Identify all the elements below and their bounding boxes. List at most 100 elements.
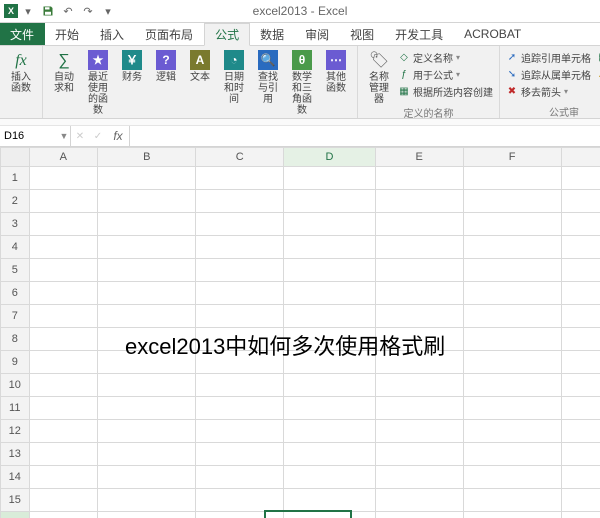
cell[interactable] <box>98 236 196 259</box>
tab-formulas[interactable]: 公式 <box>204 23 250 46</box>
autosum-button[interactable]: ∑ 自动求和 <box>47 48 81 94</box>
cell[interactable] <box>283 213 375 236</box>
cell[interactable] <box>463 512 561 518</box>
cell[interactable] <box>29 190 98 213</box>
save-icon[interactable] <box>38 1 58 21</box>
cell[interactable] <box>463 190 561 213</box>
name-manager-button[interactable]: 🏷 名称管理器 <box>362 48 396 105</box>
cell[interactable] <box>283 466 375 489</box>
cell[interactable] <box>375 443 463 466</box>
text-button[interactable]: A 文本 <box>183 48 217 83</box>
cell[interactable] <box>463 236 561 259</box>
tab-pagelayout[interactable]: 页面布局 <box>135 23 204 45</box>
cell[interactable] <box>375 282 463 305</box>
cell[interactable] <box>283 443 375 466</box>
cell[interactable] <box>561 351 600 374</box>
row-header[interactable]: 14 <box>1 466 30 489</box>
trace-dependents-button[interactable]: ➘ 追踪从属单元格 <box>506 67 591 82</box>
cell[interactable] <box>375 374 463 397</box>
cell[interactable] <box>196 236 284 259</box>
use-in-formula-button[interactable]: ƒ 用于公式 ▾ <box>398 67 493 82</box>
cell[interactable] <box>463 397 561 420</box>
cell[interactable] <box>98 443 196 466</box>
cell[interactable] <box>98 305 196 328</box>
cell[interactable] <box>283 190 375 213</box>
cell[interactable] <box>29 489 98 512</box>
cell[interactable] <box>463 282 561 305</box>
cell[interactable] <box>463 374 561 397</box>
column-header[interactable]: E <box>375 148 463 167</box>
tab-home[interactable]: 开始 <box>45 23 90 45</box>
qat-dropdown[interactable]: ▾ <box>18 1 38 21</box>
cell[interactable] <box>463 351 561 374</box>
cell[interactable] <box>98 512 196 518</box>
column-header[interactable]: A <box>29 148 98 167</box>
name-box-input[interactable] <box>0 129 58 143</box>
cell[interactable] <box>561 512 600 518</box>
cell[interactable] <box>283 282 375 305</box>
cell[interactable] <box>196 512 284 518</box>
cell[interactable] <box>29 167 98 190</box>
cell[interactable] <box>561 282 600 305</box>
cell[interactable] <box>283 259 375 282</box>
cell[interactable] <box>98 397 196 420</box>
row-header[interactable]: 10 <box>1 374 30 397</box>
column-header[interactable]: D <box>283 148 375 167</box>
cell[interactable] <box>29 213 98 236</box>
cell[interactable] <box>561 489 600 512</box>
cell[interactable] <box>196 167 284 190</box>
cell[interactable] <box>375 466 463 489</box>
cell[interactable] <box>561 374 600 397</box>
cell[interactable] <box>29 351 98 374</box>
cell[interactable] <box>283 512 375 518</box>
tab-view[interactable]: 视图 <box>340 23 385 45</box>
cell[interactable] <box>283 167 375 190</box>
cell[interactable] <box>375 420 463 443</box>
cell[interactable] <box>196 397 284 420</box>
row-header[interactable]: 9 <box>1 351 30 374</box>
fx-icon[interactable]: fx <box>107 126 130 146</box>
row-header[interactable]: 8 <box>1 328 30 351</box>
cell[interactable] <box>463 213 561 236</box>
cell[interactable] <box>463 489 561 512</box>
datetime-button[interactable]: ◔ 日期和时间 <box>217 48 251 105</box>
select-all-corner[interactable] <box>1 148 30 167</box>
more-functions-button[interactable]: ⋯ 其他函数 <box>319 48 353 94</box>
cell[interactable] <box>196 259 284 282</box>
cell[interactable] <box>29 466 98 489</box>
cell[interactable] <box>29 397 98 420</box>
row-header[interactable]: 13 <box>1 443 30 466</box>
lookup-button[interactable]: 🔍 查找与引用 <box>251 48 285 105</box>
cell[interactable] <box>196 443 284 466</box>
cell[interactable] <box>561 305 600 328</box>
cell[interactable] <box>561 213 600 236</box>
recent-functions-button[interactable]: ★ 最近使用的函数 <box>81 48 115 116</box>
tab-file[interactable]: 文件 <box>0 23 45 45</box>
logical-button[interactable]: ? 逻辑 <box>149 48 183 83</box>
cancel-formula-icon[interactable]: ✕ <box>71 126 89 146</box>
row-header[interactable]: 16 <box>1 512 30 518</box>
cell[interactable] <box>29 236 98 259</box>
cell[interactable] <box>29 328 98 351</box>
redo-icon[interactable]: ↷ <box>78 1 98 21</box>
worksheet[interactable]: ABCDEFG12345678910111213141516 excel2013… <box>0 147 600 518</box>
cell[interactable] <box>98 259 196 282</box>
enter-formula-icon[interactable]: ✓ <box>89 126 107 146</box>
tab-review[interactable]: 审阅 <box>295 23 340 45</box>
cell[interactable] <box>375 397 463 420</box>
cell[interactable] <box>98 489 196 512</box>
cell[interactable] <box>561 236 600 259</box>
cell[interactable] <box>375 305 463 328</box>
cell[interactable] <box>375 489 463 512</box>
cell[interactable] <box>375 213 463 236</box>
column-header[interactable]: G <box>561 148 600 167</box>
cell[interactable] <box>98 167 196 190</box>
cell[interactable] <box>463 167 561 190</box>
row-header[interactable]: 3 <box>1 213 30 236</box>
insert-function-button[interactable]: fx 插入函数 <box>4 48 38 94</box>
cell[interactable] <box>283 397 375 420</box>
remove-arrows-button[interactable]: ✖ 移去箭头 ▾ <box>506 84 591 99</box>
financial-button[interactable]: ￥ 财务 <box>115 48 149 83</box>
cell[interactable] <box>196 282 284 305</box>
cell[interactable] <box>29 259 98 282</box>
